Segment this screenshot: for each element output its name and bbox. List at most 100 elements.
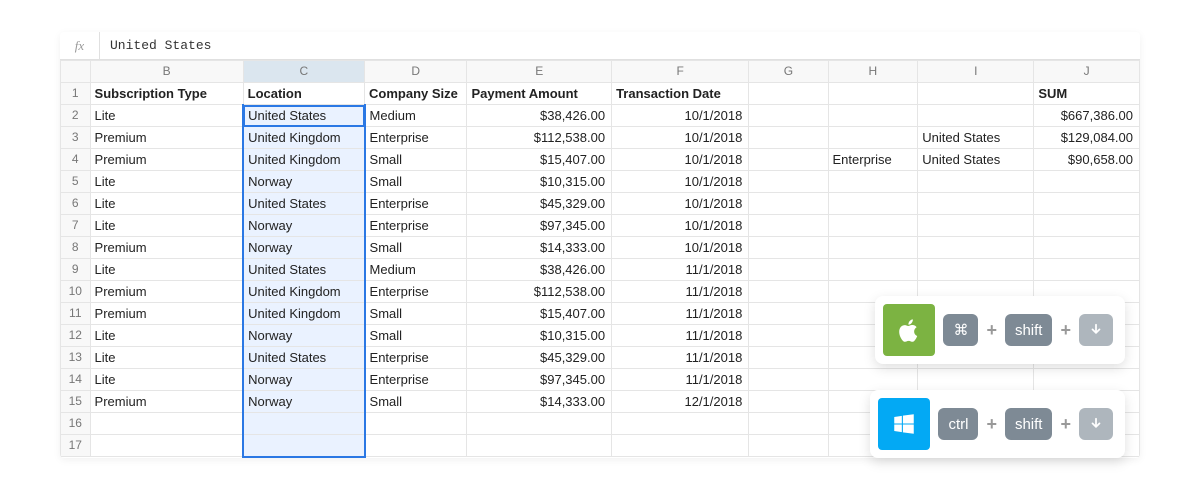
cell[interactable]: $90,658.00 bbox=[1034, 149, 1140, 171]
cell[interactable]: Enterprise bbox=[365, 127, 467, 149]
cell[interactable]: United States bbox=[918, 149, 1034, 171]
cell[interactable]: Norway bbox=[243, 215, 364, 237]
cell[interactable]: Norway bbox=[243, 325, 364, 347]
cell[interactable] bbox=[1034, 259, 1140, 281]
cell[interactable]: Premium bbox=[90, 149, 243, 171]
cell[interactable] bbox=[749, 325, 828, 347]
cell[interactable]: Premium bbox=[90, 391, 243, 413]
table-row[interactable]: 5 Lite Norway Small $10,315.00 10/1/2018 bbox=[61, 171, 1140, 193]
cell[interactable] bbox=[918, 105, 1034, 127]
cell[interactable]: $15,407.00 bbox=[467, 149, 612, 171]
cell[interactable] bbox=[918, 193, 1034, 215]
cell[interactable]: Enterprise bbox=[365, 281, 467, 303]
corner-cell[interactable] bbox=[61, 61, 91, 83]
cell[interactable]: Small bbox=[365, 303, 467, 325]
cell[interactable]: Lite bbox=[90, 259, 243, 281]
cell[interactable] bbox=[1034, 237, 1140, 259]
cell[interactable]: 10/1/2018 bbox=[612, 237, 749, 259]
formula-bar[interactable]: fx United States bbox=[60, 32, 1140, 60]
cell[interactable] bbox=[749, 127, 828, 149]
table-row[interactable]: 4 Premium United Kingdom Small $15,407.0… bbox=[61, 149, 1140, 171]
row-header[interactable]: 7 bbox=[61, 215, 91, 237]
cell[interactable]: 10/1/2018 bbox=[612, 105, 749, 127]
cell[interactable]: Lite bbox=[90, 325, 243, 347]
cell[interactable] bbox=[918, 171, 1034, 193]
cell[interactable]: Payment Amount bbox=[467, 83, 612, 105]
cell[interactable]: Transaction Date bbox=[612, 83, 749, 105]
cell[interactable] bbox=[90, 435, 243, 457]
formula-input[interactable]: United States bbox=[100, 38, 211, 53]
cell[interactable] bbox=[749, 413, 828, 435]
cell-active[interactable]: United States bbox=[243, 105, 364, 127]
col-header-C[interactable]: C bbox=[243, 61, 364, 83]
cell[interactable]: 11/1/2018 bbox=[612, 369, 749, 391]
cell[interactable]: Lite bbox=[90, 369, 243, 391]
row-header[interactable]: 15 bbox=[61, 391, 91, 413]
cell[interactable]: Lite bbox=[90, 171, 243, 193]
cell[interactable] bbox=[467, 435, 612, 457]
cell[interactable] bbox=[90, 413, 243, 435]
cell[interactable]: $15,407.00 bbox=[467, 303, 612, 325]
cell[interactable]: $38,426.00 bbox=[467, 105, 612, 127]
table-row[interactable]: 6 Lite United States Enterprise $45,329.… bbox=[61, 193, 1140, 215]
cell[interactable]: Small bbox=[365, 237, 467, 259]
cell[interactable] bbox=[828, 127, 918, 149]
cell[interactable] bbox=[749, 149, 828, 171]
cell[interactable]: SUM bbox=[1034, 83, 1140, 105]
cell[interactable]: Small bbox=[365, 149, 467, 171]
cell[interactable]: Lite bbox=[90, 193, 243, 215]
cell[interactable]: Lite bbox=[90, 215, 243, 237]
row-header[interactable]: 10 bbox=[61, 281, 91, 303]
cell[interactable]: 11/1/2018 bbox=[612, 303, 749, 325]
cell[interactable] bbox=[749, 391, 828, 413]
row-header[interactable]: 9 bbox=[61, 259, 91, 281]
cell[interactable]: Norway bbox=[243, 171, 364, 193]
cell[interactable]: Medium bbox=[365, 105, 467, 127]
table-row[interactable]: 3 Premium United Kingdom Enterprise $112… bbox=[61, 127, 1140, 149]
cell[interactable] bbox=[749, 171, 828, 193]
cell[interactable]: $10,315.00 bbox=[467, 171, 612, 193]
cell[interactable]: $38,426.00 bbox=[467, 259, 612, 281]
cell[interactable]: $45,329.00 bbox=[467, 193, 612, 215]
cell[interactable] bbox=[749, 369, 828, 391]
cell[interactable] bbox=[365, 413, 467, 435]
row-header[interactable]: 3 bbox=[61, 127, 91, 149]
cell[interactable]: 11/1/2018 bbox=[612, 325, 749, 347]
cell[interactable]: Lite bbox=[90, 105, 243, 127]
cell[interactable] bbox=[749, 259, 828, 281]
cell[interactable]: Premium bbox=[90, 127, 243, 149]
cell[interactable]: Small bbox=[365, 171, 467, 193]
cell[interactable]: 10/1/2018 bbox=[612, 171, 749, 193]
cell[interactable]: $10,315.00 bbox=[467, 325, 612, 347]
cell[interactable]: Norway bbox=[243, 237, 364, 259]
cell[interactable] bbox=[749, 237, 828, 259]
cell[interactable]: $112,538.00 bbox=[467, 281, 612, 303]
cell[interactable] bbox=[828, 369, 918, 391]
cell[interactable]: 11/1/2018 bbox=[612, 281, 749, 303]
cell[interactable] bbox=[918, 369, 1034, 391]
cell[interactable]: Small bbox=[365, 325, 467, 347]
col-header-B[interactable]: B bbox=[90, 61, 243, 83]
cell[interactable]: 10/1/2018 bbox=[612, 215, 749, 237]
table-row[interactable]: 8 Premium Norway Small $14,333.00 10/1/2… bbox=[61, 237, 1140, 259]
cell[interactable]: Norway bbox=[243, 369, 364, 391]
cell[interactable]: $97,345.00 bbox=[467, 369, 612, 391]
row-header[interactable]: 6 bbox=[61, 193, 91, 215]
cell[interactable] bbox=[1034, 193, 1140, 215]
cell[interactable] bbox=[918, 237, 1034, 259]
row-header[interactable]: 17 bbox=[61, 435, 91, 457]
row-header[interactable]: 14 bbox=[61, 369, 91, 391]
cell[interactable] bbox=[749, 215, 828, 237]
cell[interactable] bbox=[828, 215, 918, 237]
cell[interactable]: United States bbox=[243, 193, 364, 215]
col-header-I[interactable]: I bbox=[918, 61, 1034, 83]
cell[interactable]: $129,084.00 bbox=[1034, 127, 1140, 149]
cell[interactable]: 10/1/2018 bbox=[612, 193, 749, 215]
col-header-J[interactable]: J bbox=[1034, 61, 1140, 83]
cell[interactable] bbox=[828, 237, 918, 259]
cell[interactable] bbox=[828, 83, 918, 105]
cell[interactable]: 11/1/2018 bbox=[612, 347, 749, 369]
cell[interactable] bbox=[467, 413, 612, 435]
table-row[interactable]: 7 Lite Norway Enterprise $97,345.00 10/1… bbox=[61, 215, 1140, 237]
table-row[interactable]: 9 Lite United States Medium $38,426.00 1… bbox=[61, 259, 1140, 281]
